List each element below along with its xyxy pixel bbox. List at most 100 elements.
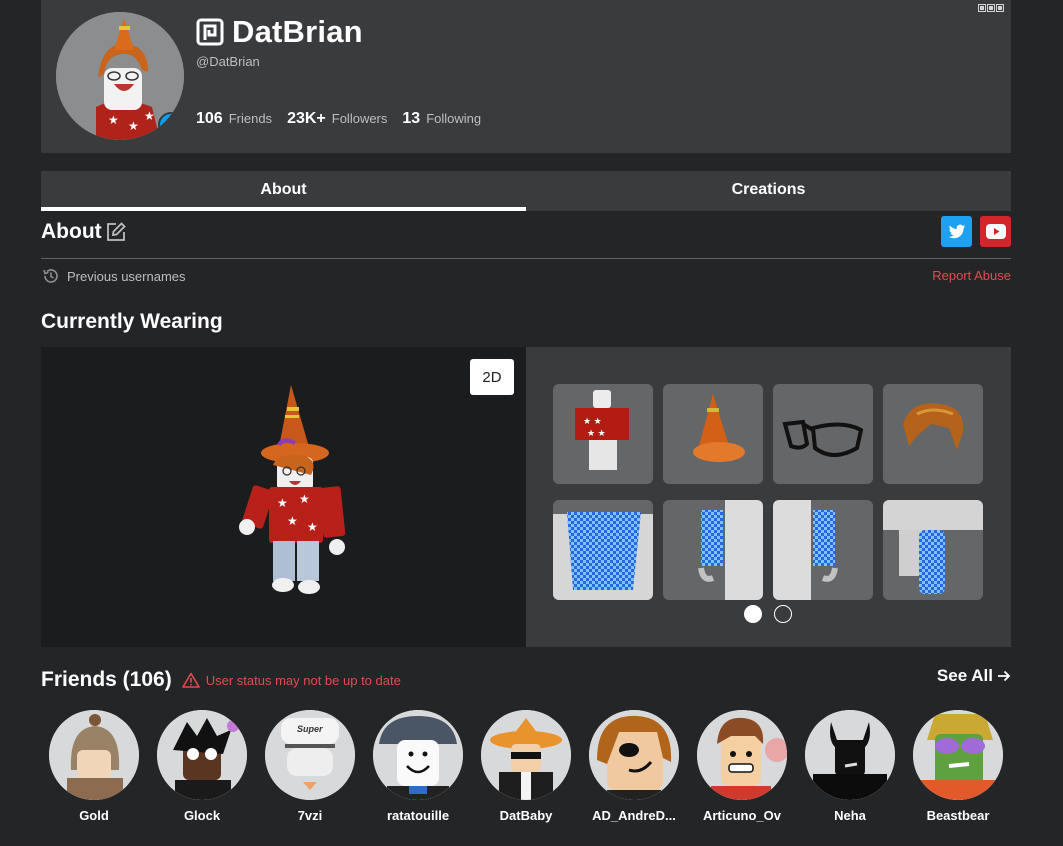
- friend-name: 7vzi: [297, 808, 323, 823]
- profile-avatar[interactable]: ★ ★ ★: [56, 12, 184, 140]
- avatar-3d-viewer[interactable]: 2D ★ ★ ★ ★: [41, 347, 526, 647]
- item-blue-checkered-right-arm[interactable]: [663, 500, 763, 600]
- friend-item[interactable]: Gold: [49, 710, 139, 823]
- friend-item[interactable]: AD_AndreD...: [589, 710, 679, 823]
- see-all-friends-link[interactable]: See All: [937, 666, 1011, 686]
- item-blue-checkered-torso[interactable]: [553, 500, 653, 600]
- warning-icon: [181, 672, 200, 688]
- tab-about[interactable]: About: [41, 171, 526, 211]
- twitter-icon: [948, 224, 965, 238]
- profile-stats: 106 Friends 23K+ Followers 13 Following: [196, 110, 496, 128]
- friends-stat[interactable]: 106 Friends: [196, 110, 272, 128]
- svg-text:★ ★: ★ ★: [587, 428, 606, 438]
- status-warning-text: User status may not be up to date: [205, 672, 401, 688]
- friend-name: AD_AndreD...: [592, 808, 676, 823]
- friend-avatar: [697, 710, 787, 800]
- friend-avatar: Super: [265, 710, 355, 800]
- page-dot-1[interactable]: [744, 605, 762, 623]
- friends-label: Friends: [228, 111, 273, 126]
- friend-name: DatBaby: [499, 808, 553, 823]
- youtube-icon: [985, 224, 1006, 239]
- presence-badge[interactable]: [158, 112, 184, 138]
- svg-text:★: ★: [287, 514, 298, 528]
- friend-item[interactable]: Super 7vzi: [265, 710, 355, 823]
- twitter-button[interactable]: [941, 216, 972, 247]
- arrow-right-icon: [998, 670, 1011, 682]
- avatar-full-body: ★ ★ ★ ★: [239, 385, 346, 594]
- social-links: [941, 216, 1011, 247]
- friend-avatar: [157, 710, 247, 800]
- svg-text:★: ★: [128, 119, 139, 133]
- profile-header: ★ ★ ★ DatBrian @DatBrian 106 Friends 23K…: [41, 0, 1011, 153]
- about-divider: [41, 258, 1011, 259]
- status-warning: User status may not be up to date: [181, 672, 401, 688]
- friend-avatar: [913, 710, 1003, 800]
- friend-name: Articuno_Ov: [702, 808, 781, 823]
- friend-avatar: [49, 710, 139, 800]
- svg-text:★: ★: [307, 520, 318, 534]
- friend-name: Glock: [183, 808, 221, 823]
- previous-usernames-button[interactable]: Previous usernames: [42, 267, 186, 285]
- edit-icon[interactable]: [105, 221, 127, 243]
- item-blue-checkered-leg[interactable]: [883, 500, 983, 600]
- friends-list: Gold Glock Super 7vzi ratatouille DatBab…: [49, 710, 1003, 823]
- previous-usernames-label: Previous usernames: [67, 268, 186, 284]
- svg-text:★: ★: [277, 496, 288, 510]
- following-label: Following: [426, 111, 482, 126]
- user-icon: [164, 118, 178, 132]
- display-name-row: DatBrian: [196, 14, 363, 50]
- wearing-items-panel: ★ ★ ★ ★: [526, 347, 1011, 647]
- item-red-star-shirt[interactable]: ★ ★ ★ ★: [553, 384, 653, 484]
- friends-header: Friends (106) User status may not be up …: [41, 668, 401, 692]
- friends-title: Friends (106): [41, 668, 172, 691]
- more-dot: [978, 4, 986, 12]
- premium-icon: [196, 18, 224, 46]
- svg-text:★: ★: [144, 109, 155, 123]
- friend-avatar: [805, 710, 895, 800]
- about-title: About: [41, 220, 102, 243]
- currently-wearing-title: Currently Wearing: [41, 310, 223, 333]
- more-dot: [987, 4, 995, 12]
- friends-count: 106: [196, 110, 223, 127]
- friend-avatar: [481, 710, 571, 800]
- tab-creations[interactable]: Creations: [526, 171, 1011, 211]
- svg-text:★: ★: [299, 492, 310, 506]
- friend-name: Beastbear: [926, 808, 990, 823]
- more-dot: [996, 4, 1004, 12]
- followers-stat[interactable]: 23K+ Followers: [287, 110, 387, 128]
- svg-text:★: ★: [108, 113, 119, 127]
- followers-count: 23K+: [287, 110, 326, 127]
- friend-name: ratatouille: [386, 808, 450, 823]
- about-header: About: [41, 220, 127, 244]
- friend-name: Neha: [834, 808, 866, 823]
- item-blue-checkered-left-arm[interactable]: [773, 500, 873, 600]
- svg-text:Super: Super: [297, 724, 323, 734]
- item-orange-hair[interactable]: [883, 384, 983, 484]
- item-traffic-cone-hat[interactable]: [663, 384, 763, 484]
- items-grid: ★ ★ ★ ★: [553, 384, 983, 600]
- friend-item[interactable]: Beastbear: [913, 710, 1003, 823]
- report-abuse-link[interactable]: Report Abuse: [932, 268, 1011, 283]
- avatar-headshot: ★ ★ ★: [56, 12, 184, 140]
- friend-avatar: [373, 710, 463, 800]
- display-name: DatBrian: [232, 14, 363, 49]
- more-options-icon[interactable]: [978, 4, 1004, 12]
- items-pagination: [744, 605, 792, 623]
- username: @DatBrian: [196, 54, 260, 69]
- toggle-2d-button[interactable]: 2D: [470, 359, 514, 395]
- youtube-button[interactable]: [980, 216, 1011, 247]
- item-black-glasses[interactable]: [773, 384, 873, 484]
- friend-item[interactable]: Articuno_Ov: [697, 710, 787, 823]
- history-icon: [43, 269, 58, 283]
- friend-avatar: [589, 710, 679, 800]
- see-all-label: See All: [936, 666, 993, 685]
- following-stat[interactable]: 13 Following: [402, 110, 481, 128]
- profile-tabs: About Creations: [41, 171, 1011, 211]
- friend-item[interactable]: Neha: [805, 710, 895, 823]
- friend-item[interactable]: DatBaby: [481, 710, 571, 823]
- friend-item[interactable]: Glock: [157, 710, 247, 823]
- friend-item[interactable]: ratatouille: [373, 710, 463, 823]
- following-count: 13: [402, 110, 421, 127]
- page-dot-2[interactable]: [774, 605, 792, 623]
- friend-name: Gold: [79, 808, 109, 823]
